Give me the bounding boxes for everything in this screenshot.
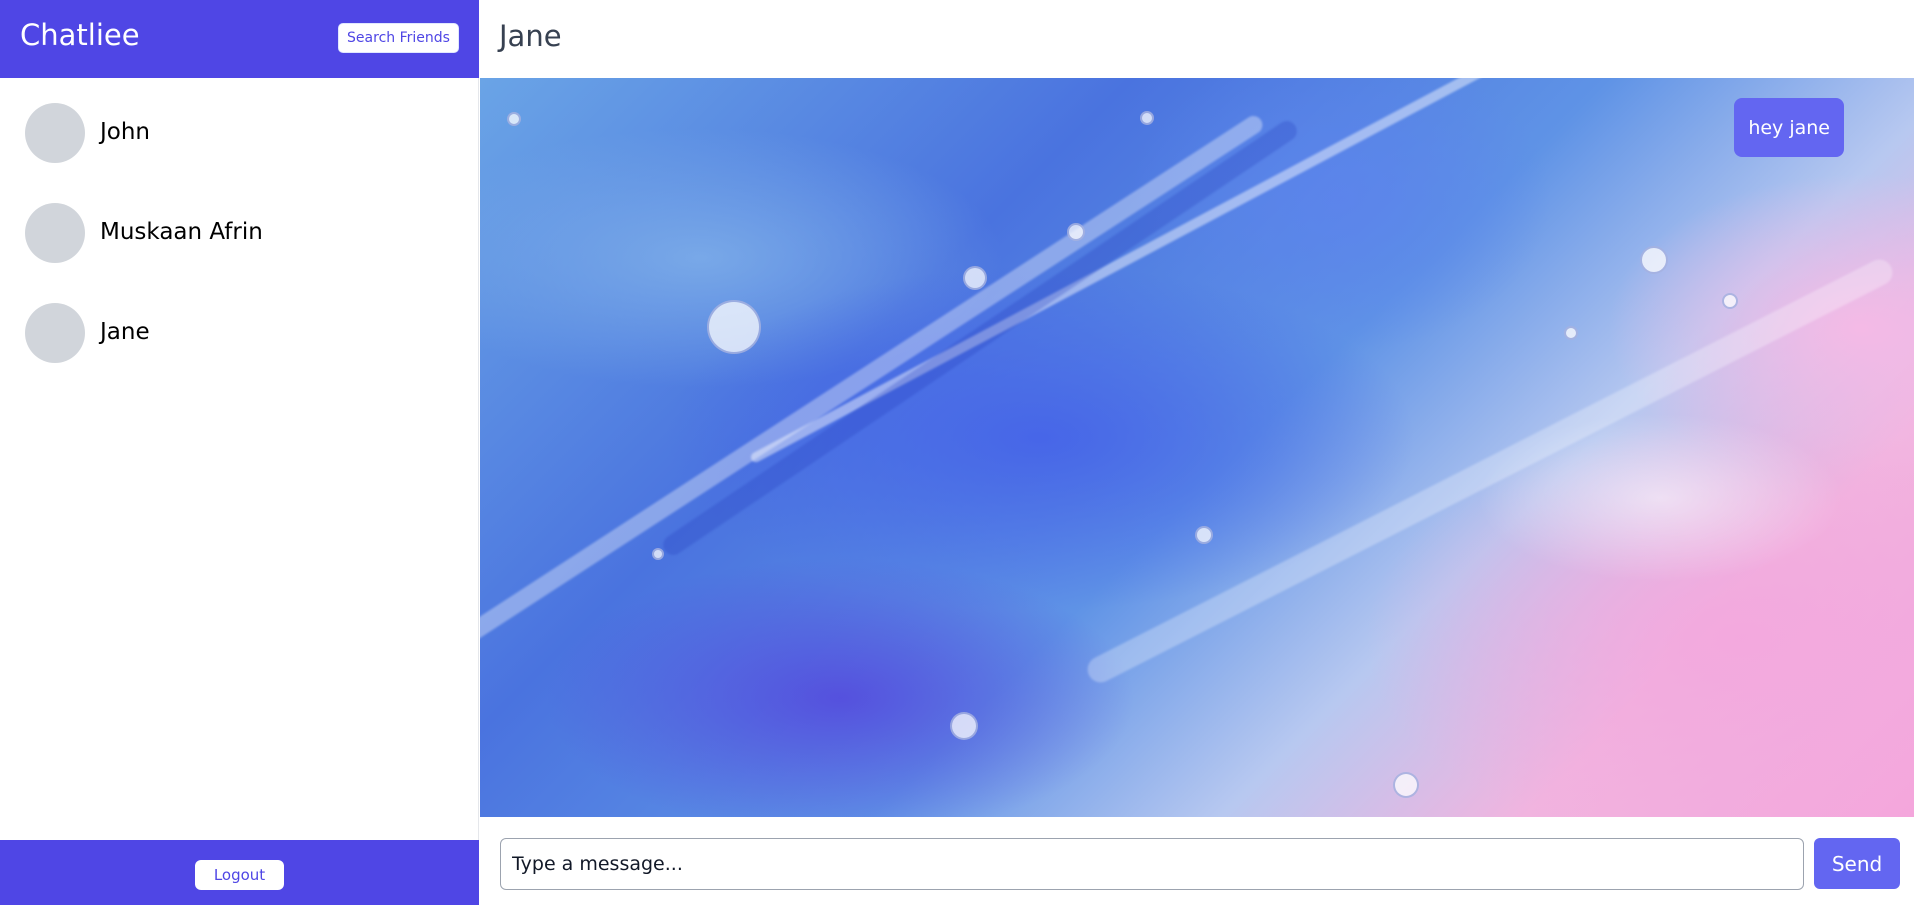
background-bubble: [1140, 111, 1154, 125]
search-friends-button[interactable]: Search Friends: [338, 23, 459, 53]
logout-button[interactable]: Logout: [195, 860, 284, 890]
chat-panel: Jane hey jane Send: [480, 0, 1914, 905]
app-title: Chatliee: [20, 18, 140, 52]
chat-title: Jane: [499, 19, 562, 53]
sidebar: Chatliee Search Friends John Muskaan Afr…: [0, 0, 479, 905]
background-bubble: [950, 712, 978, 740]
chat-footer: Send: [480, 817, 1914, 905]
contact-item-jane[interactable]: Jane: [0, 278, 479, 378]
avatar: [25, 103, 85, 163]
background-bubble: [1067, 223, 1085, 241]
sidebar-footer: Logout: [0, 840, 479, 905]
chat-messages-area[interactable]: hey jane: [480, 78, 1914, 817]
background-bubble: [1195, 526, 1213, 544]
contact-name: John: [100, 119, 151, 145]
contact-name: Muskaan Afrin: [100, 219, 263, 245]
background-bubble: [1722, 293, 1738, 309]
background-bubble: [652, 548, 664, 560]
background-bubble: [963, 266, 987, 290]
background-bubble: [1393, 772, 1419, 798]
contact-item-john[interactable]: John: [0, 78, 479, 178]
background-bubble: [1640, 246, 1668, 274]
background-bubble: [1564, 326, 1578, 340]
background-streak: [480, 112, 1266, 662]
contact-item-muskaan-afrin[interactable]: Muskaan Afrin: [0, 178, 479, 278]
message-input[interactable]: [500, 838, 1804, 890]
sidebar-header: Chatliee Search Friends: [0, 0, 479, 78]
chat-header: Jane: [480, 0, 1914, 78]
background-bubble: [707, 300, 761, 354]
background-streak: [1083, 255, 1897, 687]
avatar: [25, 203, 85, 263]
contact-name: Jane: [100, 319, 150, 345]
background-bubble: [507, 112, 521, 126]
avatar: [25, 303, 85, 363]
message-bubble-sent: hey jane: [1734, 98, 1844, 157]
send-button[interactable]: Send: [1814, 838, 1900, 889]
contact-list: John Muskaan Afrin Jane: [0, 78, 479, 378]
